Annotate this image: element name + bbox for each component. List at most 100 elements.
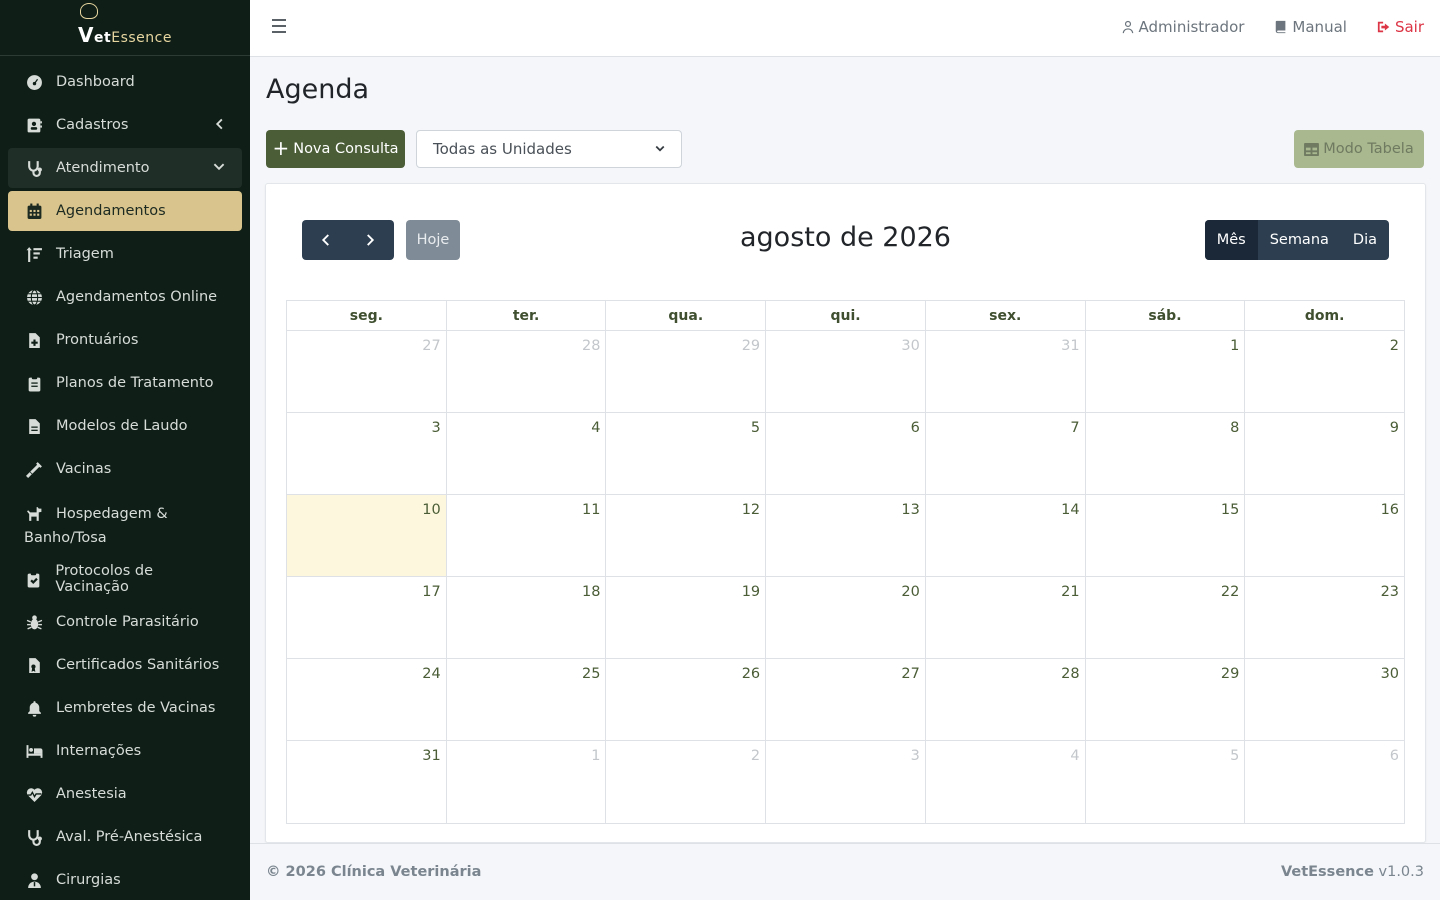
day-number[interactable]: 26 xyxy=(742,666,760,682)
sidebar-item-modelos-laudo[interactable]: Modelos de Laudo xyxy=(8,406,242,446)
day-number[interactable]: 29 xyxy=(1221,666,1239,682)
day-cell[interactable]: 15 xyxy=(1086,495,1246,576)
day-number[interactable]: 4 xyxy=(1070,748,1079,764)
sidebar-item-vacinas[interactable]: Vacinas xyxy=(8,449,242,489)
view-week-button[interactable]: Semana xyxy=(1258,220,1341,260)
day-cell[interactable]: 17 xyxy=(287,577,447,658)
sidebar-item-atendimento[interactable]: Atendimento xyxy=(8,148,242,188)
sidebar-item-cirurgias[interactable]: Cirurgias xyxy=(8,860,242,900)
day-number[interactable]: 9 xyxy=(1390,420,1399,436)
sidebar-item-controle-parasitario[interactable]: Controle Parasitário xyxy=(8,602,242,642)
day-cell[interactable]: 18 xyxy=(447,577,607,658)
sidebar-item-cadastros[interactable]: Cadastros xyxy=(8,105,242,145)
day-cell[interactable]: 16 xyxy=(1245,495,1404,576)
day-cell[interactable]: 4 xyxy=(926,741,1086,823)
day-number[interactable]: 20 xyxy=(901,584,919,600)
day-cell[interactable]: 4 xyxy=(447,413,607,494)
day-cell[interactable]: 27 xyxy=(766,659,926,740)
day-cell[interactable]: 9 xyxy=(1245,413,1404,494)
day-number[interactable]: 28 xyxy=(1061,666,1079,682)
day-number[interactable]: 25 xyxy=(582,666,600,682)
day-cell[interactable]: 24 xyxy=(287,659,447,740)
day-number[interactable]: 14 xyxy=(1061,502,1079,518)
day-cell[interactable]: 1 xyxy=(1086,331,1246,412)
day-number[interactable]: 11 xyxy=(582,502,600,518)
logout-link[interactable]: Sair xyxy=(1377,18,1424,36)
day-cell[interactable]: 12 xyxy=(606,495,767,576)
day-cell[interactable]: 13 xyxy=(766,495,926,576)
day-cell[interactable]: 30 xyxy=(1245,659,1404,740)
day-number[interactable]: 13 xyxy=(901,502,919,518)
hamburger-menu-icon[interactable] xyxy=(272,19,290,37)
day-number[interactable]: 18 xyxy=(582,584,600,600)
day-cell[interactable]: 28 xyxy=(926,659,1086,740)
sidebar-item-hospedagem[interactable]: Hospedagem & Banho/Tosa xyxy=(8,492,242,556)
day-cell[interactable]: 31 xyxy=(926,331,1086,412)
day-number[interactable]: 31 xyxy=(1061,338,1079,354)
view-day-button[interactable]: Dia xyxy=(1341,220,1389,260)
day-cell[interactable]: 3 xyxy=(766,741,926,823)
manual-link[interactable]: Manual xyxy=(1274,18,1347,36)
day-number[interactable]: 1 xyxy=(591,748,600,764)
user-menu-link[interactable]: Administrador xyxy=(1121,18,1244,36)
view-month-button[interactable]: Mês xyxy=(1204,220,1258,260)
day-cell[interactable]: 26 xyxy=(606,659,767,740)
day-cell[interactable]: 3 xyxy=(287,413,447,494)
day-cell[interactable]: 11 xyxy=(447,495,607,576)
day-cell[interactable]: 25 xyxy=(447,659,607,740)
day-number[interactable]: 5 xyxy=(1230,748,1239,764)
unit-select[interactable]: Todas as Unidades xyxy=(416,130,682,168)
day-number[interactable]: 6 xyxy=(911,420,920,436)
day-cell[interactable]: 21 xyxy=(926,577,1086,658)
day-cell-today[interactable]: 10 xyxy=(287,495,447,576)
day-cell[interactable]: 6 xyxy=(766,413,926,494)
sidebar-item-prontuarios[interactable]: Prontuários xyxy=(8,320,242,360)
sidebar-item-dashboard[interactable]: Dashboard xyxy=(8,62,242,102)
sidebar-item-aval-pre-anestesica[interactable]: Aval. Pré-Anestésica xyxy=(8,817,242,857)
day-number[interactable]: 7 xyxy=(1070,420,1079,436)
sidebar-item-certificados-sanitarios[interactable]: Certificados Sanitários xyxy=(8,645,242,685)
day-cell[interactable]: 29 xyxy=(1086,659,1246,740)
day-cell[interactable]: 27 xyxy=(287,331,447,412)
new-appointment-button[interactable]: + Nova Consulta xyxy=(266,130,405,168)
app-logo[interactable]: VetEssence xyxy=(78,2,172,47)
day-cell[interactable]: 6 xyxy=(1245,741,1404,823)
sidebar-item-agendamentos[interactable]: Agendamentos xyxy=(8,191,242,231)
day-cell[interactable]: 23 xyxy=(1245,577,1404,658)
day-number[interactable]: 31 xyxy=(422,748,440,764)
day-cell[interactable]: 28 xyxy=(447,331,607,412)
day-number[interactable]: 22 xyxy=(1221,584,1239,600)
brand[interactable]: VetEssence xyxy=(0,0,250,56)
day-cell[interactable]: 7 xyxy=(926,413,1086,494)
day-cell[interactable]: 29 xyxy=(606,331,767,412)
day-number[interactable]: 27 xyxy=(422,338,440,354)
sidebar-item-internacoes[interactable]: Internações xyxy=(8,731,242,771)
sidebar-item-triagem[interactable]: Triagem xyxy=(8,234,242,274)
day-cell[interactable]: 30 xyxy=(766,331,926,412)
day-number[interactable]: 16 xyxy=(1381,502,1399,518)
day-number[interactable]: 17 xyxy=(422,584,440,600)
day-number[interactable]: 15 xyxy=(1221,502,1239,518)
day-number[interactable]: 4 xyxy=(591,420,600,436)
sidebar-item-protocolos-vacinacao[interactable]: Protocolos de Vacinação xyxy=(8,559,242,599)
day-cell[interactable]: 1 xyxy=(447,741,607,823)
sidebar-item-planos-tratamento[interactable]: Planos de Tratamento xyxy=(8,363,242,403)
day-cell[interactable]: 2 xyxy=(606,741,767,823)
day-number[interactable]: 10 xyxy=(422,502,440,518)
day-cell[interactable]: 5 xyxy=(606,413,767,494)
day-cell[interactable]: 14 xyxy=(926,495,1086,576)
day-cell[interactable]: 22 xyxy=(1086,577,1246,658)
day-number[interactable]: 19 xyxy=(742,584,760,600)
day-number[interactable]: 30 xyxy=(901,338,919,354)
table-mode-button[interactable]: Modo Tabela xyxy=(1294,130,1424,168)
sidebar-item-anestesia[interactable]: Anestesia xyxy=(8,774,242,814)
day-number[interactable]: 1 xyxy=(1230,338,1239,354)
day-number[interactable]: 24 xyxy=(422,666,440,682)
day-number[interactable]: 27 xyxy=(901,666,919,682)
day-cell[interactable]: 5 xyxy=(1086,741,1246,823)
day-number[interactable]: 12 xyxy=(742,502,760,518)
day-number[interactable]: 5 xyxy=(751,420,760,436)
day-cell[interactable]: 31 xyxy=(287,741,447,823)
day-number[interactable]: 2 xyxy=(751,748,760,764)
day-number[interactable]: 6 xyxy=(1390,748,1399,764)
